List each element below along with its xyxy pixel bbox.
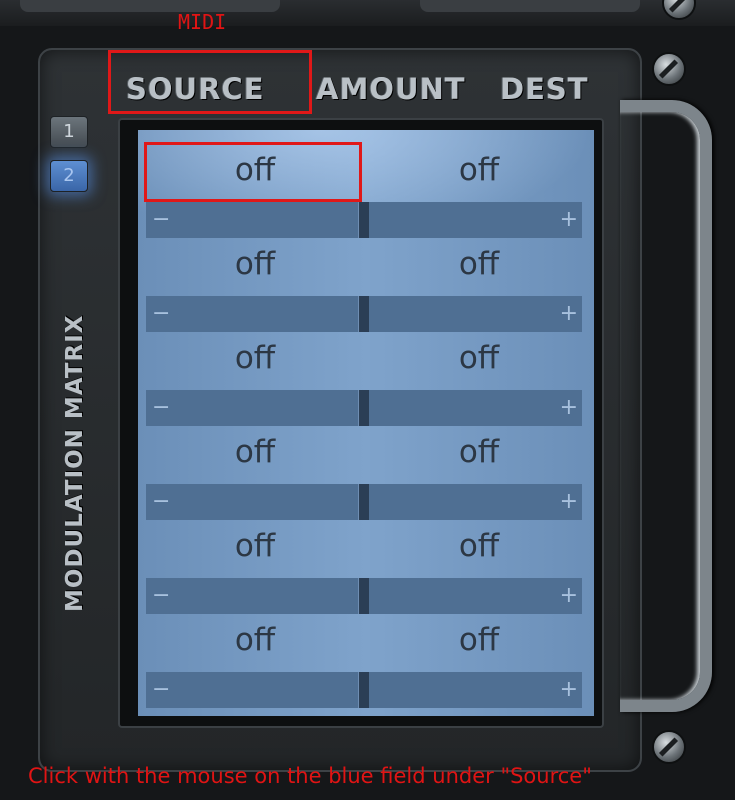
amount-header: AMOUNT xyxy=(316,72,466,106)
page-1-button[interactable]: 1 xyxy=(50,116,88,148)
amount-center-marker xyxy=(358,390,369,426)
dest-field[interactable]: off xyxy=(370,612,588,668)
amount-increase-icon[interactable]: + xyxy=(560,484,578,520)
modulation-matrix-title: MODULATION MATRIX xyxy=(62,314,88,612)
dest-field[interactable]: off xyxy=(370,518,588,574)
dest-header: DEST xyxy=(500,72,589,106)
source-field-highlight xyxy=(144,142,362,202)
annotation-label: MIDI xyxy=(178,10,227,34)
top-bar-segment xyxy=(20,0,280,12)
source-field[interactable]: off xyxy=(146,236,364,292)
amount-center-marker xyxy=(358,578,369,614)
handle-icon xyxy=(620,100,712,712)
amount-decrease-icon[interactable]: − xyxy=(152,390,170,426)
amount-increase-icon[interactable]: + xyxy=(560,202,578,238)
source-field[interactable]: off xyxy=(146,424,364,480)
amount-bar[interactable]: − + xyxy=(146,202,582,238)
amount-center-marker xyxy=(358,296,369,332)
matrix-row: off off − + xyxy=(138,330,594,426)
amount-bar[interactable]: − + xyxy=(146,390,582,426)
source-field[interactable]: off xyxy=(146,612,364,668)
dest-field[interactable]: off xyxy=(370,424,588,480)
amount-decrease-icon[interactable]: − xyxy=(152,578,170,614)
screw-icon xyxy=(652,52,686,86)
matrix-screen: off off − + off off − + off off − + off … xyxy=(138,130,594,716)
amount-bar[interactable]: − + xyxy=(146,578,582,614)
amount-center-marker xyxy=(358,484,369,520)
source-header-highlight xyxy=(108,50,312,114)
amount-decrease-icon[interactable]: − xyxy=(152,672,170,708)
dest-field[interactable]: off xyxy=(370,236,588,292)
matrix-row: off off − + xyxy=(138,424,594,520)
amount-increase-icon[interactable]: + xyxy=(560,390,578,426)
amount-increase-icon[interactable]: + xyxy=(560,578,578,614)
matrix-row: off off − + xyxy=(138,236,594,332)
screw-icon xyxy=(652,730,686,764)
annotation-instruction: Click with the mouse on the blue field u… xyxy=(28,764,592,788)
top-bar xyxy=(0,0,735,26)
amount-increase-icon[interactable]: + xyxy=(560,672,578,708)
amount-center-marker xyxy=(358,202,369,238)
amount-bar[interactable]: − + xyxy=(146,672,582,708)
source-field[interactable]: off xyxy=(146,518,364,574)
amount-decrease-icon[interactable]: − xyxy=(152,202,170,238)
page-2-button[interactable]: 2 xyxy=(50,160,88,192)
amount-bar[interactable]: − + xyxy=(146,296,582,332)
top-bar-segment xyxy=(420,0,640,12)
matrix-row: off off − + xyxy=(138,612,594,708)
amount-center-marker xyxy=(358,672,369,708)
dest-field[interactable]: off xyxy=(370,142,588,198)
matrix-row: off off − + xyxy=(138,518,594,614)
amount-increase-icon[interactable]: + xyxy=(560,296,578,332)
amount-decrease-icon[interactable]: − xyxy=(152,296,170,332)
source-field[interactable]: off xyxy=(146,330,364,386)
amount-decrease-icon[interactable]: − xyxy=(152,484,170,520)
dest-field[interactable]: off xyxy=(370,330,588,386)
amount-bar[interactable]: − + xyxy=(146,484,582,520)
